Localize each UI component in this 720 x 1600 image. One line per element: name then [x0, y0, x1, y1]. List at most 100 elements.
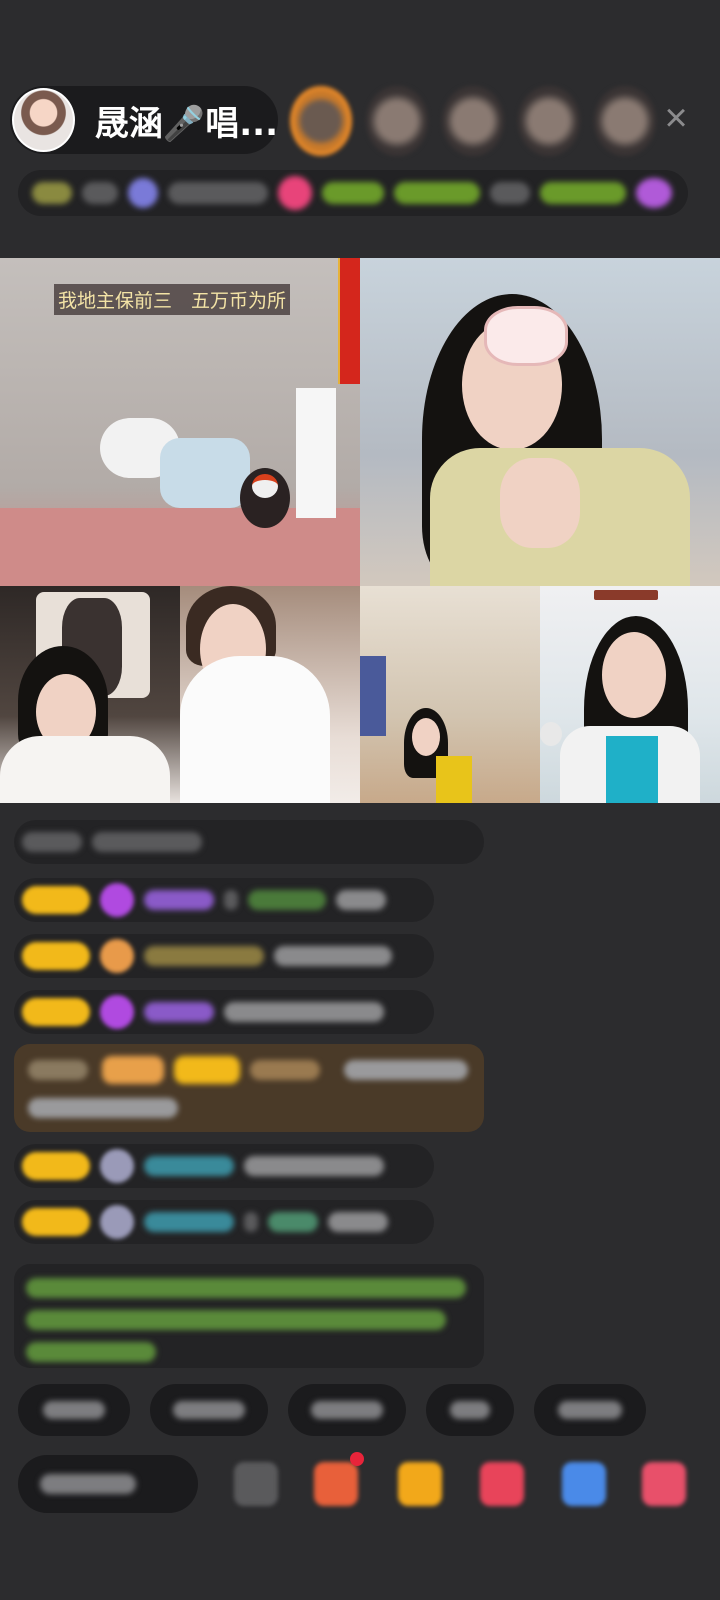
chat-text [224, 1002, 384, 1022]
diamond-icon [100, 995, 134, 1029]
viewer-avatar[interactable] [518, 86, 580, 156]
stat-text [168, 182, 268, 204]
person-face [602, 632, 666, 718]
chat-text [274, 946, 392, 966]
quick-chip-row [18, 1384, 646, 1436]
person-top [436, 756, 472, 803]
notice-text [26, 1310, 446, 1330]
diamond-icon [100, 883, 134, 917]
chat-message[interactable] [14, 934, 434, 978]
badge-label [102, 1056, 164, 1084]
person-face [412, 718, 440, 756]
chat-text [336, 890, 386, 910]
badge-icon [636, 178, 672, 208]
gift-icon[interactable] [562, 1462, 606, 1506]
poster-decoration [360, 656, 386, 736]
bottom-toolbar [18, 1452, 718, 1516]
quick-chip[interactable] [150, 1384, 268, 1436]
chat-text [92, 832, 202, 852]
chat-text [28, 1060, 88, 1080]
bunny-sticker [484, 306, 568, 366]
username[interactable] [144, 1212, 234, 1232]
person-neck [500, 458, 580, 548]
video-tile-host[interactable]: 我地主保前三 五万币为所 [0, 258, 360, 586]
viewer-avatar[interactable] [366, 86, 428, 156]
tag-label [540, 182, 626, 204]
video-tile-guest-1[interactable] [360, 258, 720, 586]
level-badge [22, 1208, 90, 1236]
chat-text [22, 832, 82, 852]
video-tile-guest-5[interactable] [540, 586, 720, 803]
video-tile-guest-3[interactable] [180, 586, 360, 803]
person-figure [160, 438, 250, 508]
fan-object [296, 388, 336, 518]
mask-decoration [252, 474, 278, 498]
username [250, 1060, 320, 1080]
gift-icon[interactable] [642, 1462, 686, 1506]
quick-chip[interactable] [288, 1384, 406, 1436]
room-notice [14, 1264, 484, 1368]
username[interactable] [144, 1002, 214, 1022]
chat-text [328, 1212, 388, 1232]
user-avatar[interactable] [100, 1205, 134, 1239]
host-info-pill[interactable]: 晟涵🎤唱... [10, 86, 278, 154]
level-badge [22, 886, 90, 914]
chat-message[interactable] [14, 990, 434, 1034]
level-icon [32, 182, 72, 204]
chat-message[interactable] [14, 878, 434, 922]
chat-text [244, 1156, 384, 1176]
username[interactable] [144, 1156, 234, 1176]
username[interactable] [268, 1212, 318, 1232]
quick-chip[interactable] [426, 1384, 514, 1436]
user-avatar[interactable] [100, 1149, 134, 1183]
host-avatar[interactable] [12, 88, 75, 152]
level-badge [22, 942, 90, 970]
level-badge [22, 1152, 90, 1180]
notice-text [26, 1278, 466, 1298]
viewer-avatar[interactable] [442, 86, 504, 156]
chat-message[interactable] [14, 1144, 434, 1188]
more-icon[interactable] [234, 1462, 278, 1506]
tag-label [394, 182, 480, 204]
viewer-avatar[interactable] [290, 86, 352, 156]
chat-message[interactable] [14, 820, 484, 864]
red-banner-decoration [338, 258, 360, 384]
chat-text [224, 890, 238, 910]
notification-dot [350, 1452, 364, 1466]
room-stats-bar[interactable] [18, 170, 688, 216]
chat-text [28, 1098, 178, 1118]
video-tile-guest-4[interactable] [360, 586, 540, 803]
video-caption: 我地主保前三 五万币为所 [54, 284, 291, 315]
username[interactable] [144, 890, 214, 910]
username[interactable] [144, 946, 264, 966]
host-name: 晟涵🎤唱... [94, 103, 278, 144]
tag-label [322, 182, 384, 204]
multi-guest-video-grid: 我地主保前三 五万币为所 [0, 258, 720, 803]
level-badge [22, 998, 90, 1026]
video-tile-guest-2[interactable] [0, 586, 180, 803]
chat-text [244, 1212, 258, 1232]
globe-icon [128, 178, 158, 208]
stat-text [82, 182, 118, 204]
gift-icon[interactable] [480, 1462, 524, 1506]
quick-chip[interactable] [18, 1384, 130, 1436]
gift-icon[interactable] [398, 1462, 442, 1506]
chat-input[interactable] [18, 1455, 198, 1513]
tag-label [490, 182, 530, 204]
notice-text [26, 1342, 156, 1362]
chat-text [344, 1060, 468, 1080]
fan-icon [100, 939, 134, 973]
viewer-avatar[interactable] [594, 86, 656, 156]
top-viewers-list [290, 86, 656, 156]
floor-mat [0, 508, 360, 586]
quick-chip[interactable] [534, 1384, 646, 1436]
heart-icon [278, 176, 312, 210]
system-gift-message[interactable] [14, 1044, 484, 1132]
chat-message[interactable] [14, 1200, 434, 1244]
badge-label [174, 1056, 240, 1084]
gift-box-icon[interactable] [314, 1462, 358, 1506]
person-top [606, 736, 658, 803]
person-top [180, 656, 330, 803]
username[interactable] [248, 890, 326, 910]
close-icon[interactable]: × [656, 98, 696, 138]
